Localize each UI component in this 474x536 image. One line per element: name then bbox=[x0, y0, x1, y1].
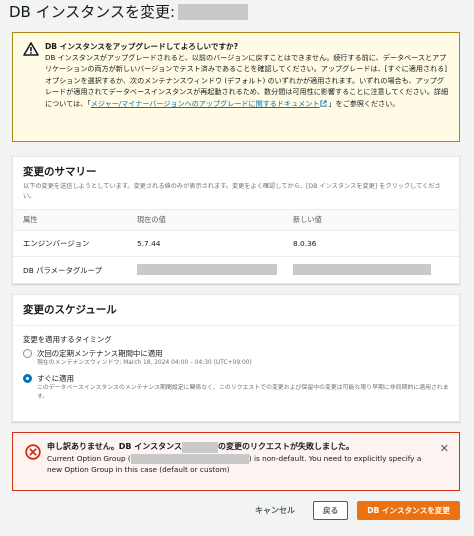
radio-description: 現在のメンテナンスウィンドウ: March 18, 2024 04:00 – 0… bbox=[37, 360, 252, 366]
schedule-title: 変更のスケジュール bbox=[23, 304, 117, 316]
table-row: DB パラメータグループ bbox=[13, 257, 459, 283]
page-title: DB インスタンスを変更: bbox=[9, 2, 249, 22]
back-button[interactable]: 戻る bbox=[313, 501, 349, 520]
redacted-value bbox=[293, 263, 431, 275]
row-current-value bbox=[137, 263, 293, 277]
cancel-button[interactable]: キャンセル bbox=[255, 505, 295, 516]
error-title-text: 申し訳ありません。DB インスタンス bbox=[47, 442, 182, 451]
error-icon bbox=[25, 444, 41, 460]
radio-description: このデータベースインスタンスのメンテナンス期間設定に関係なく、このリクエストでの… bbox=[37, 385, 449, 400]
warning-title: DB インスタンスをアップグレードしてよろしいですか? bbox=[45, 42, 239, 51]
header-attribute: 属性 bbox=[23, 215, 38, 224]
row-new-value bbox=[293, 263, 449, 277]
radio-apply-next-maintenance[interactable]: 次回の定期メンテナンス期間中に適用 現在のメンテナンスウィンドウ: March … bbox=[23, 348, 449, 368]
header-new-value: 新しい値 bbox=[293, 215, 322, 224]
error-alert: ✕ 申し訳ありません。DB インスタンス の変更のリクエストが失敗しました。 C… bbox=[12, 432, 460, 491]
row-attribute: エンジンバージョン bbox=[23, 239, 90, 248]
redacted-instance-name bbox=[181, 441, 218, 453]
apply-timing-label: 変更を適用するタイミング bbox=[23, 335, 112, 344]
summary-table: 属性 現在の値 新しい値 エンジンバージョン 5.7.44 8.0.36 DB … bbox=[13, 210, 459, 283]
external-link-icon bbox=[320, 100, 328, 107]
error-message-text: Current Option Group ( bbox=[47, 454, 131, 463]
header-current-value: 現在の値 bbox=[137, 215, 166, 224]
upgrade-docs-link[interactable]: メジャー/マイナーバージョンへのアップグレードに関するドキュメント bbox=[91, 99, 320, 108]
row-attribute: DB パラメータグループ bbox=[23, 265, 102, 275]
table-row: エンジンバージョン 5.7.44 8.0.36 bbox=[13, 231, 459, 257]
summary-description: 以下の変更を送信しようとしています。変更される値のみが表示されます。変更をよく確… bbox=[23, 183, 441, 200]
footer-actions: キャンセル 戻る DB インスタンスを変更 bbox=[255, 501, 460, 520]
row-current-value: 5.7.44 bbox=[137, 239, 161, 248]
close-icon[interactable]: ✕ bbox=[440, 442, 449, 455]
warning-icon bbox=[23, 42, 39, 56]
radio-button[interactable] bbox=[23, 349, 32, 358]
redacted-instance-name bbox=[178, 4, 249, 20]
page-title-text: DB インスタンスを変更: bbox=[9, 3, 176, 21]
radio-apply-immediately[interactable]: すぐに適用 このデータベースインスタンスのメンテナンス期間設定に関係なく、このリ… bbox=[23, 373, 449, 402]
radio-button-checked[interactable] bbox=[23, 374, 32, 383]
schedule-panel: 変更のスケジュール 変更を適用するタイミング 次回の定期メンテナンス期間中に適用… bbox=[12, 294, 460, 422]
modify-db-instance-button[interactable]: DB インスタンスを変更 bbox=[357, 501, 460, 520]
error-title-text-end: の変更のリクエストが失敗しました。 bbox=[217, 442, 354, 451]
redacted-value bbox=[137, 263, 277, 275]
error-title: 申し訳ありません。DB インスタンス の変更のリクエストが失敗しました。 bbox=[47, 441, 435, 453]
redacted-option-group bbox=[130, 454, 249, 464]
warning-body-text-end: 」をご参照ください。 bbox=[328, 98, 400, 108]
warning-body: DB インスタンスがアップグレードされると、以前のバージョンに戻すことはできませ… bbox=[45, 52, 449, 109]
error-message: Current Option Group () is non-default. … bbox=[47, 453, 435, 475]
table-header: 属性 現在の値 新しい値 bbox=[13, 210, 459, 231]
upgrade-warning-alert: DB インスタンスをアップグレードしてよろしいですか? DB インスタンスがアッ… bbox=[12, 32, 460, 142]
summary-panel: 変更のサマリー 以下の変更を送信しようとしています。変更される値のみが表示されま… bbox=[12, 156, 460, 284]
radio-label: 次回の定期メンテナンス期間中に適用 bbox=[37, 349, 163, 358]
row-new-value: 8.0.36 bbox=[293, 239, 317, 248]
radio-label: すぐに適用 bbox=[37, 374, 74, 383]
summary-title: 変更のサマリー bbox=[23, 166, 97, 178]
